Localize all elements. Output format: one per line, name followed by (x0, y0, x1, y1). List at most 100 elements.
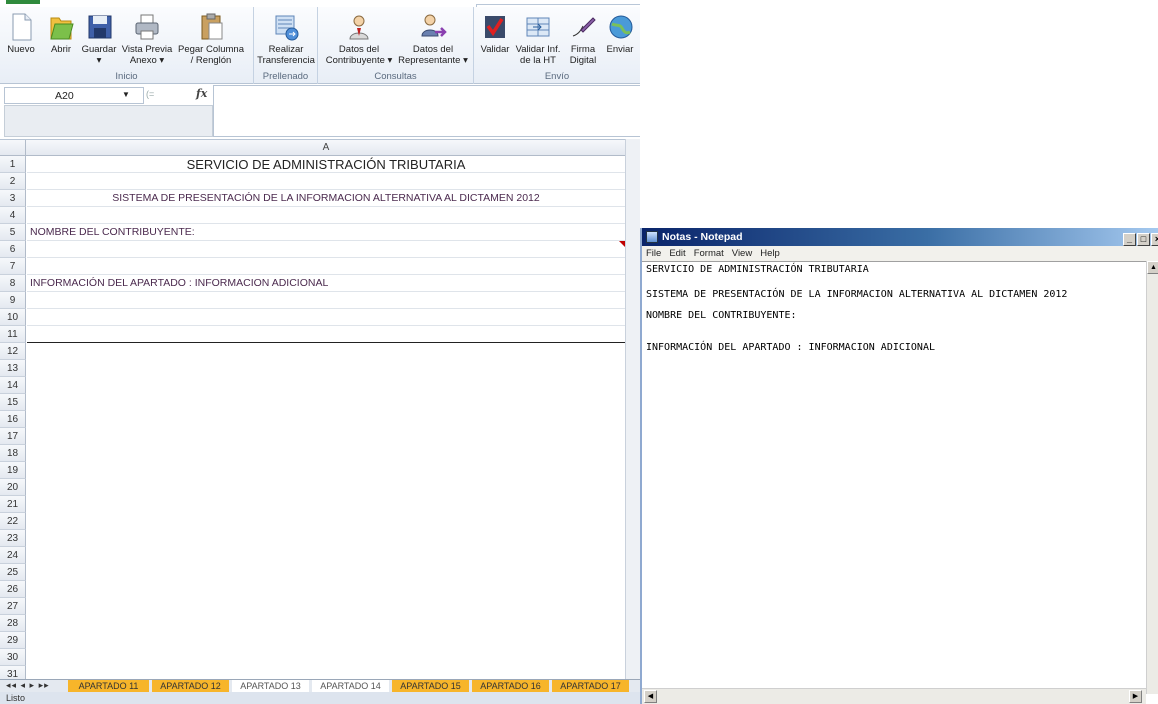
row-header[interactable]: 23 (0, 530, 26, 547)
worksheet-grid[interactable]: A 1 SERVICIO DE ADMINISTRACIÓN TRIBUTARIA… (0, 139, 628, 679)
row-header[interactable]: 4 (0, 207, 26, 224)
notepad-vertical-scrollbar[interactable]: ▲ (1146, 261, 1158, 694)
cell-a15[interactable] (27, 394, 625, 411)
insert-function-icon[interactable]: fx (196, 87, 207, 100)
cell-a20[interactable] (27, 479, 625, 496)
menu-help[interactable]: Help (756, 246, 784, 261)
row-header[interactable]: 30 (0, 649, 26, 666)
cell-a27[interactable] (27, 598, 625, 615)
maximize-icon[interactable]: □ (1137, 233, 1150, 246)
scroll-left-icon[interactable]: ◀ (644, 690, 657, 703)
row-header[interactable]: 19 (0, 462, 26, 479)
datos-contribuyente-button[interactable]: Datos del Contribuyente ▾ (324, 7, 394, 69)
cell-a26[interactable] (27, 581, 625, 598)
cell-a22[interactable] (27, 513, 625, 530)
sheet-tab[interactable]: APARTADO 11 (68, 680, 149, 692)
sheet-tab[interactable]: APARTADO 17 (552, 680, 629, 692)
cell-a23[interactable] (27, 530, 625, 547)
cell-a4[interactable] (27, 207, 625, 224)
row-header[interactable]: 7 (0, 258, 26, 275)
scroll-right-icon[interactable]: ▶ (1129, 690, 1142, 703)
row-header[interactable]: 10 (0, 309, 26, 326)
formula-input[interactable] (213, 85, 640, 137)
notepad-horizontal-scrollbar[interactable]: ◀ ▶ (642, 688, 1146, 704)
row-header[interactable]: 20 (0, 479, 26, 496)
row-header[interactable]: 3 (0, 190, 26, 207)
enviar-button[interactable]: Enviar (604, 7, 636, 69)
pegar-columna-renglon-button[interactable]: Pegar Columna / Renglón (178, 7, 244, 69)
sheet-nav-arrows-icon[interactable]: ◂◂ ◂ ▸ ▸▸ (6, 680, 50, 691)
cell-a24[interactable] (27, 547, 625, 564)
name-box[interactable]: A20 ▼ (4, 87, 144, 104)
sheet-tab[interactable]: APARTADO 13 (232, 680, 309, 692)
menu-format[interactable]: Format (690, 246, 728, 261)
close-icon[interactable]: × (1151, 233, 1158, 246)
cell-a6[interactable] (27, 241, 625, 258)
row-header[interactable]: 12 (0, 343, 26, 360)
menu-file[interactable]: File (642, 246, 665, 261)
row-header[interactable]: 31 (0, 666, 26, 679)
cell-a18[interactable] (27, 445, 625, 462)
cell-a5[interactable]: NOMBRE DEL CONTRIBUYENTE: (27, 224, 625, 241)
cell-a2[interactable] (27, 173, 625, 190)
validar-button[interactable]: Validar (478, 7, 512, 69)
row-header[interactable]: 11 (0, 326, 26, 343)
cell-a31[interactable] (27, 666, 625, 679)
cell-a19[interactable] (27, 462, 625, 479)
minimize-icon[interactable]: _ (1123, 233, 1136, 246)
cell-a28[interactable] (27, 615, 625, 632)
row-header[interactable]: 25 (0, 564, 26, 581)
cell-a1[interactable]: SERVICIO DE ADMINISTRACIÓN TRIBUTARIA (27, 156, 625, 173)
notepad-text-area[interactable]: SERVICIO DE ADMINISTRACIÓN TRIBUTARIA SI… (642, 261, 1146, 696)
cell-a13[interactable] (27, 360, 625, 377)
row-header[interactable]: 24 (0, 547, 26, 564)
cell-a30[interactable] (27, 649, 625, 666)
row-header[interactable]: 5 (0, 224, 26, 241)
abrir-button[interactable]: Abrir (46, 7, 76, 69)
cell-a11[interactable] (27, 326, 625, 343)
notepad-titlebar[interactable]: Notas - Notepad _□× (642, 228, 1158, 246)
row-header[interactable]: 22 (0, 513, 26, 530)
nuevo-button[interactable]: Nuevo (6, 7, 36, 69)
row-header[interactable]: 29 (0, 632, 26, 649)
cell-a12[interactable] (27, 343, 625, 360)
row-header[interactable]: 13 (0, 360, 26, 377)
column-header-a[interactable]: A (27, 142, 625, 153)
chevron-down-icon[interactable]: ▼ (122, 90, 130, 99)
row-header[interactable]: 26 (0, 581, 26, 598)
select-all-corner[interactable] (0, 140, 26, 156)
cell-a8[interactable]: INFORMACIÓN DEL APARTADO : INFORMACION A… (27, 275, 625, 292)
row-header[interactable]: 2 (0, 173, 26, 190)
sheet-tab[interactable]: APARTADO 15 (392, 680, 469, 692)
cell-a10[interactable] (27, 309, 625, 326)
cell-a3[interactable]: SISTEMA DE PRESENTACIÓN DE LA INFORMACIO… (27, 190, 625, 207)
vista-previa-anexo-button[interactable]: Vista Previa Anexo ▾ (122, 7, 172, 69)
row-header[interactable]: 8 (0, 275, 26, 292)
cell-a14[interactable] (27, 377, 625, 394)
row-header[interactable]: 18 (0, 445, 26, 462)
row-header[interactable]: 9 (0, 292, 26, 309)
worksheet-vertical-scrollbar[interactable] (625, 139, 640, 679)
row-header[interactable]: 1 (0, 156, 26, 173)
file-tab-accent[interactable] (6, 0, 40, 4)
sheet-tab[interactable]: APARTADO 14 (312, 680, 389, 692)
cell-a29[interactable] (27, 632, 625, 649)
cell-a9[interactable] (27, 292, 625, 309)
row-header[interactable]: 6 (0, 241, 26, 258)
cell-a16[interactable] (27, 411, 625, 428)
cell-a21[interactable] (27, 496, 625, 513)
menu-edit[interactable]: Edit (665, 246, 689, 261)
row-header[interactable]: 21 (0, 496, 26, 513)
row-header[interactable]: 27 (0, 598, 26, 615)
row-header[interactable]: 15 (0, 394, 26, 411)
menu-view[interactable]: View (728, 246, 756, 261)
firma-digital-button[interactable]: Firma Digital (566, 7, 600, 69)
validar-inf-ht-button[interactable]: Validar Inf. de la HT (514, 7, 562, 69)
row-header[interactable]: 17 (0, 428, 26, 445)
row-header[interactable]: 28 (0, 615, 26, 632)
realizar-transferencia-button[interactable]: Realizar Transferencia (257, 7, 315, 69)
row-header[interactable]: 16 (0, 411, 26, 428)
cell-a25[interactable] (27, 564, 625, 581)
cell-a17[interactable] (27, 428, 625, 445)
datos-representante-button[interactable]: Datos del Representante ▾ (398, 7, 468, 69)
